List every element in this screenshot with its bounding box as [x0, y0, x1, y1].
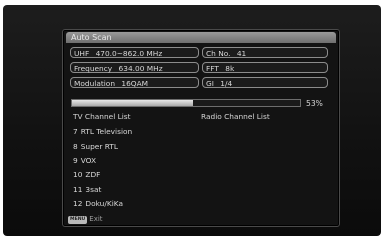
ch-no-value: 41: [236, 49, 247, 58]
channel-number: 7: [73, 127, 78, 136]
fft-field: FFT 8k: [202, 62, 328, 73]
uhf-value: 470.0~862.0 MHz: [95, 49, 163, 58]
tv-channel-item: 11 3sat: [73, 185, 101, 195]
guard-interval-field: GI 1/4: [202, 77, 328, 88]
fft-value: 8k: [225, 64, 235, 73]
channel-name: ZDF: [85, 170, 101, 179]
tv-channel-list-header: TV Channel List: [73, 112, 131, 121]
radio-channel-list-header: Radio Channel List: [201, 112, 270, 121]
frequency-label: Frequency: [74, 64, 113, 73]
channel-number: 11: [73, 185, 83, 194]
channel-number-field: Ch No. 41: [202, 47, 328, 58]
exit-label: Exit: [89, 215, 103, 223]
fft-label: FFT: [206, 64, 219, 73]
auto-scan-dialog: Auto Scan UHF 470.0~862.0 MHz Ch No. 41 …: [62, 29, 340, 227]
tv-channel-item: 9 VOX: [73, 156, 96, 166]
menu-key-icon: MENU: [68, 215, 88, 224]
channel-number: 10: [73, 170, 83, 179]
ch-no-label: Ch No.: [206, 49, 231, 58]
modulation-label: Modulation: [74, 79, 116, 88]
gi-label: GI: [206, 79, 214, 88]
uhf-label: UHF: [74, 49, 90, 58]
exit-hint[interactable]: MENU Exit: [68, 215, 103, 224]
scan-progress-percent: 53%: [306, 99, 323, 108]
channel-number: 8: [73, 142, 78, 151]
frequency-field: Frequency 634.00 MHz: [70, 62, 199, 73]
channel-number: 12: [73, 199, 83, 208]
tv-channel-item: 10 ZDF: [73, 170, 100, 180]
modulation-field: Modulation 16QAM: [70, 77, 199, 88]
tv-channel-item: 7 RTL Television: [73, 127, 132, 137]
channel-name: RTL Television: [80, 127, 133, 136]
gi-value: 1/4: [220, 79, 233, 88]
channel-name: Super RTL: [80, 142, 118, 151]
tv-channel-item: 12 Doku/KiKa: [73, 199, 123, 209]
channel-number: 9: [73, 156, 78, 165]
channel-name: Doku/KiKa: [85, 199, 123, 208]
dialog-title: Auto Scan: [66, 32, 336, 43]
uhf-band-field: UHF 470.0~862.0 MHz: [70, 47, 199, 58]
scan-progress-fill: [72, 100, 193, 106]
channel-name: 3sat: [85, 185, 102, 194]
tv-channel-item: 8 Super RTL: [73, 142, 118, 152]
tv-screen: Auto Scan UHF 470.0~862.0 MHz Ch No. 41 …: [3, 5, 381, 236]
frequency-value: 634.00 MHz: [118, 64, 163, 73]
modulation-value: 16QAM: [121, 79, 149, 88]
channel-name: VOX: [80, 156, 97, 165]
scan-progress-bar: [71, 99, 301, 107]
